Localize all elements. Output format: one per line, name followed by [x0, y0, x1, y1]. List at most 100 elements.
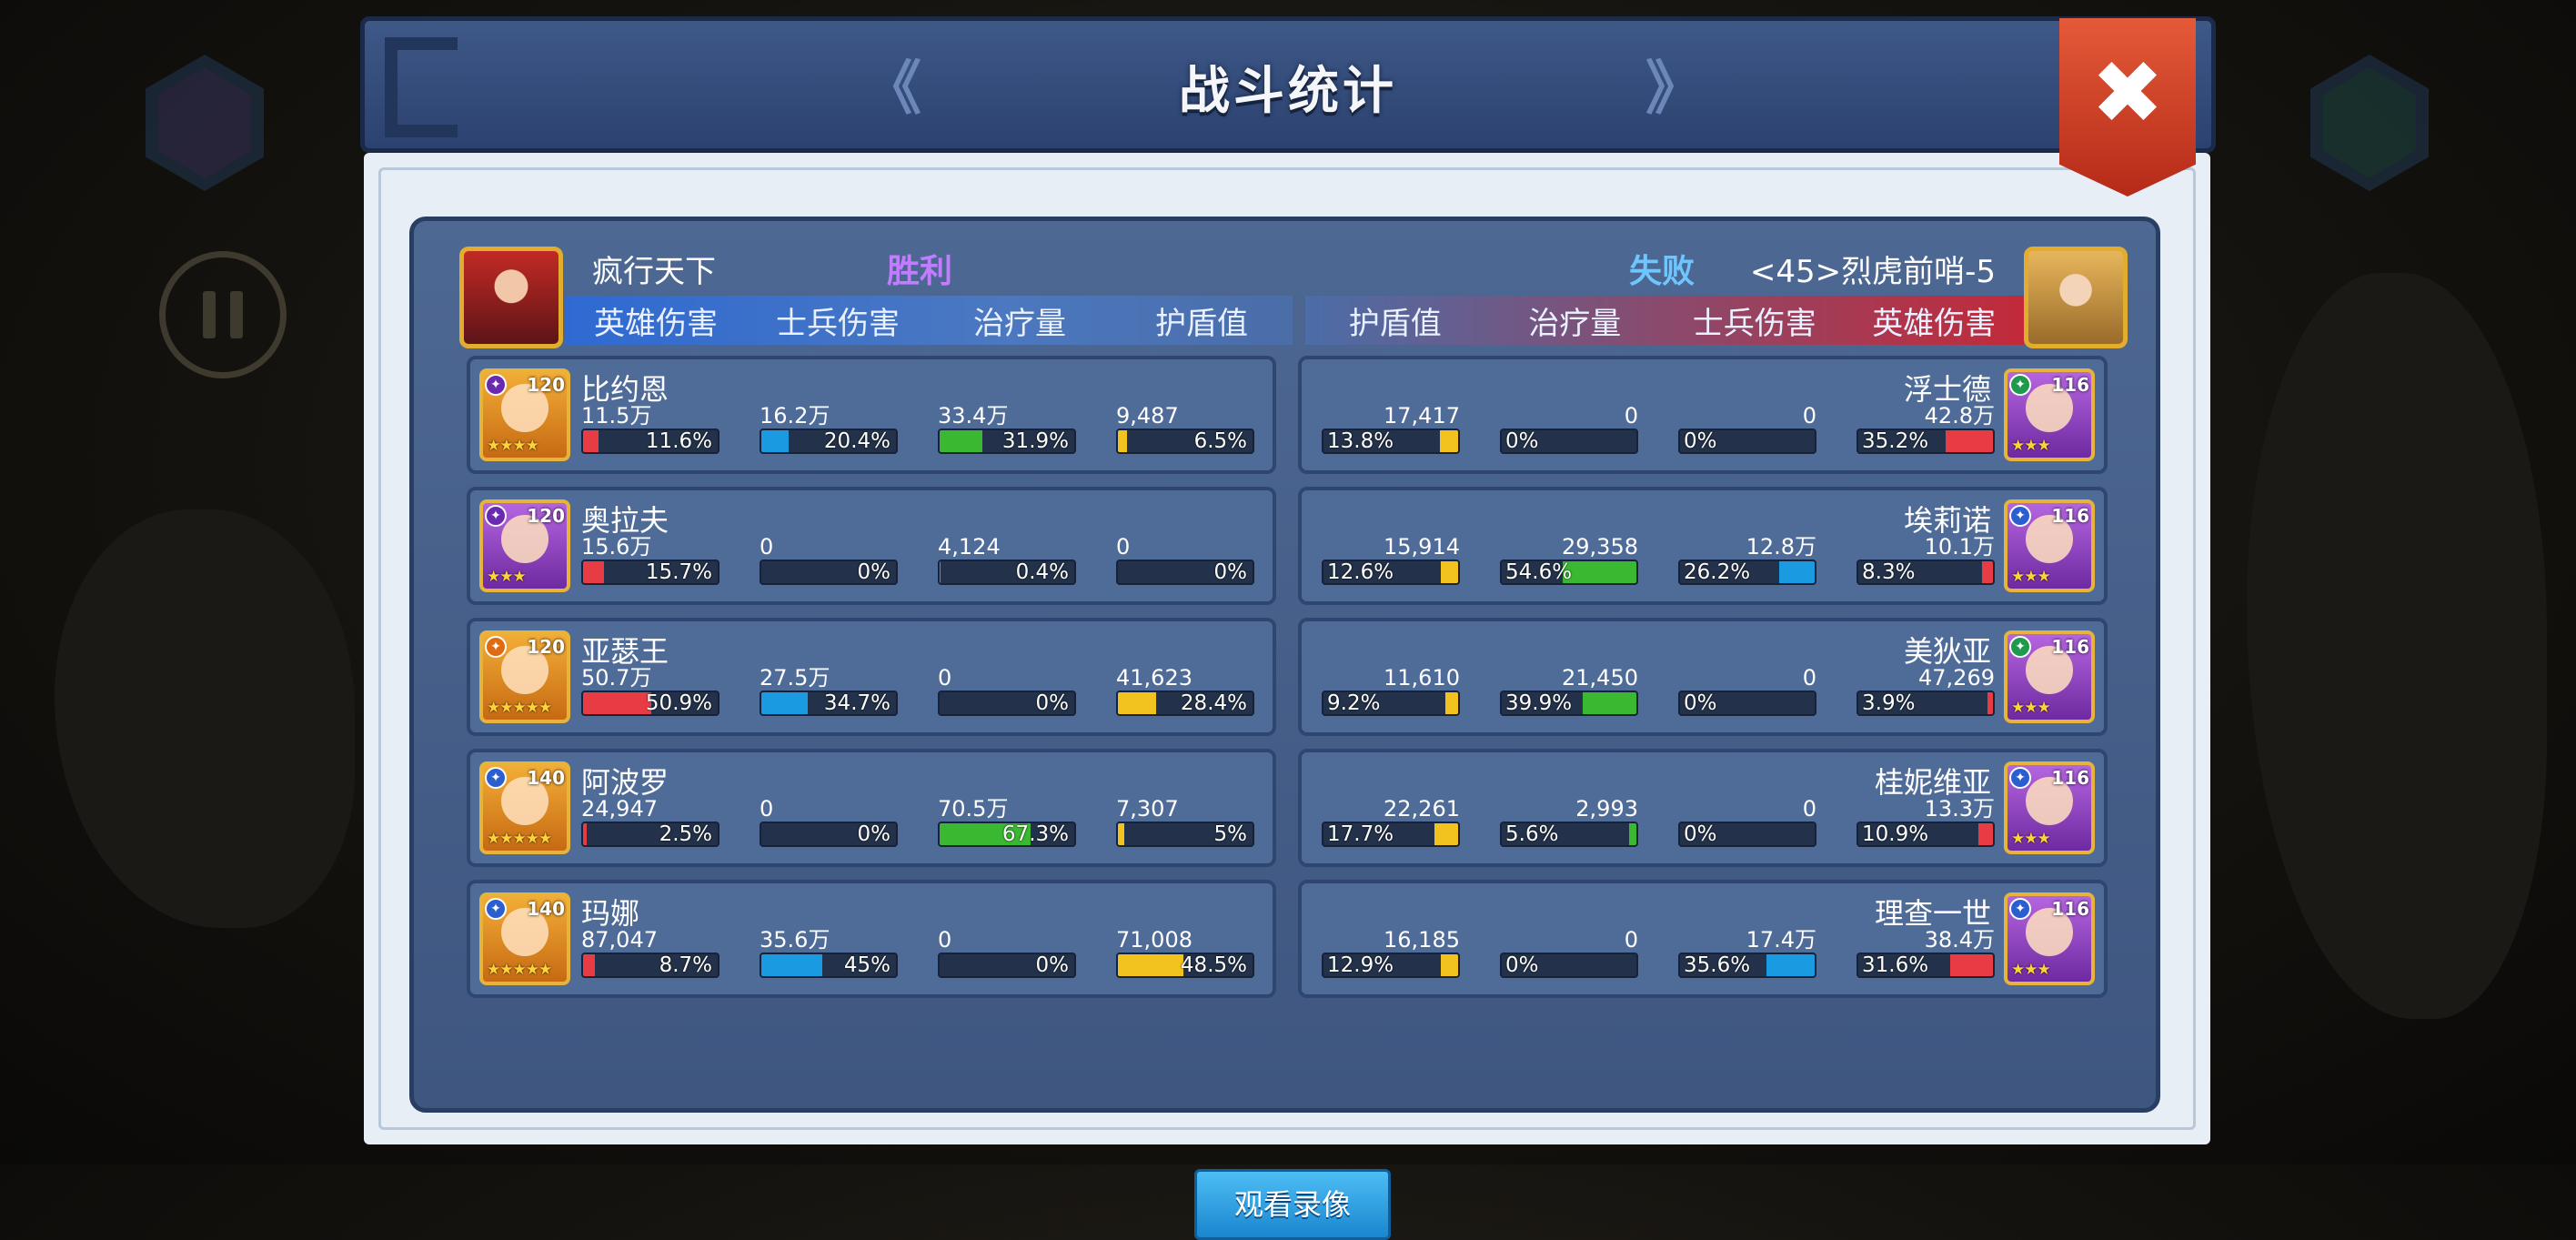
left-commander-avatar[interactable] — [459, 247, 563, 348]
stat-percent: 0% — [1505, 953, 1539, 977]
right-team-result: 失败 — [1629, 253, 1696, 290]
hero-portrait[interactable]: ✦ 120 ★★★★★ — [479, 630, 570, 723]
star-rating: ★★★ — [2011, 437, 2051, 455]
hero-portrait[interactable]: ✦ 140 ★★★★★ — [479, 892, 570, 985]
stat-value: 38.4万 — [1924, 927, 1995, 953]
stat-value: 47,269 — [1918, 665, 1995, 691]
stat-bar-fill — [1628, 823, 1636, 845]
hero-stat-row: ✦ 116 ★★★ 理查一世 16,185 12.9% 0 0% 17.4万 35.6% 38.4万… — [1298, 880, 2108, 998]
hero-portrait[interactable]: ✦ 140 ★★★★★ — [479, 761, 570, 854]
star-rating: ★★★★★ — [487, 699, 552, 717]
stat-value: 29,358 — [1562, 534, 1638, 560]
star-rating: ★★★★ — [487, 437, 539, 455]
stat-bar-fill — [583, 823, 587, 845]
stat-troop-damage: 0 0% — [760, 796, 898, 847]
next-page-button[interactable]: 》 — [1645, 60, 1704, 118]
panel-frame: 疯行天下 胜利 英雄伤害 士兵伤害 治疗量 护盾值 <45>烈虎前哨-5 失败 … — [364, 153, 2210, 1240]
stat-percent: 67.3% — [1001, 822, 1069, 846]
stat-percent: 28.4% — [1180, 691, 1247, 715]
stat-value: 70.5万 — [938, 796, 1009, 822]
header-healing: 治疗量 — [973, 305, 1066, 342]
stat-percent: 31.9% — [1001, 429, 1069, 453]
stat-bar: 3.9% — [1857, 691, 1995, 716]
stat-percent: 34.7% — [823, 691, 891, 715]
star-rating: ★★★ — [2011, 568, 2051, 586]
stat-bar: 0% — [1678, 691, 1816, 716]
header-hero-damage: 英雄伤害 — [594, 305, 718, 342]
stat-percent: 9.2% — [1327, 691, 1381, 715]
hero-level: 120 — [527, 374, 565, 396]
stat-troop-damage: 16.2万 20.4% — [760, 403, 898, 454]
hero-portrait[interactable]: ✦ 116 ★★★ — [2004, 630, 2095, 723]
stat-percent: 0.4% — [1015, 560, 1069, 584]
stat-healing: 0 0% — [1500, 403, 1638, 454]
hero-portrait[interactable]: ✦ 116 ★★★ — [2004, 368, 2095, 461]
right-team-name: <45>烈虎前哨-5 — [1749, 254, 1996, 290]
close-button[interactable]: ✖ — [2059, 18, 2196, 197]
stat-percent: 39.9% — [1505, 691, 1573, 715]
hero-portrait[interactable]: ✦ 116 ★★★ — [2004, 892, 2095, 985]
stat-bar: 50.9% — [581, 691, 719, 716]
stat-bar-fill — [761, 954, 822, 976]
hero-stat-row: ✦ 116 ★★★ 桂妮维亚 22,261 17.7% 2,993 5.6% 0 0% 13.3万 1… — [1298, 749, 2108, 867]
stat-bar: 39.9% — [1500, 691, 1638, 716]
stat-value: 35.6万 — [760, 927, 830, 953]
stat-percent: 5% — [1213, 822, 1248, 846]
stat-bar-fill — [1950, 954, 1993, 976]
stat-value: 0 — [938, 665, 952, 691]
stat-bar: 0% — [938, 691, 1076, 716]
hero-portrait[interactable]: ✦ 120 ★★★★ — [479, 368, 570, 461]
stat-bar: 35.2% — [1857, 428, 1995, 454]
stat-bar-fill — [1118, 430, 1127, 452]
stat-shield: 15,914 12.6% — [1322, 534, 1460, 585]
stat-hero-damage: 13.3万 10.9% — [1857, 796, 1995, 847]
stat-value: 15.6万 — [581, 534, 652, 560]
stat-healing: 0 0% — [938, 665, 1076, 716]
stat-bar: 0% — [1500, 428, 1638, 454]
stat-bar-fill — [940, 561, 941, 583]
stat-percent: 48.5% — [1180, 953, 1247, 977]
pause-button[interactable] — [159, 251, 287, 378]
stat-bar-fill — [761, 692, 809, 714]
stat-bar: 15.7% — [581, 560, 719, 585]
stat-healing: 0 0% — [1500, 927, 1638, 978]
pause-icon-bar — [203, 291, 216, 338]
stat-percent: 0% — [1684, 822, 1717, 846]
background-silhouette-left — [55, 509, 355, 928]
stat-bar-fill — [583, 954, 595, 976]
stat-hero-damage: 47,269 3.9% — [1857, 665, 1995, 716]
right-commander-avatar[interactable] — [2024, 247, 2128, 348]
stat-hero-damage: 24,947 2.5% — [581, 796, 719, 847]
class-badge-icon: ✦ — [2009, 505, 2031, 527]
hero-level: 120 — [527, 636, 565, 658]
stat-troop-damage: 12.8万 26.2% — [1678, 534, 1816, 585]
hero-portrait[interactable]: ✦ 120 ★★★ — [479, 499, 570, 592]
stat-value: 42.8万 — [1924, 403, 1995, 428]
hero-portrait[interactable]: ✦ 116 ★★★ — [2004, 499, 2095, 592]
class-badge-icon: ✦ — [2009, 767, 2031, 789]
stat-value: 11,610 — [1384, 665, 1460, 691]
stat-bar: 26.2% — [1678, 560, 1816, 585]
stat-healing: 0 0% — [938, 927, 1076, 978]
hero-stat-row: ✦ 116 ★★★ 美狄亚 11,610 9.2% 21,450 39.9% 0 0% 47,269… — [1298, 618, 2108, 736]
class-badge-icon: ✦ — [485, 505, 507, 527]
stat-shield: 0 0% — [1116, 534, 1254, 585]
stat-percent: 15.7% — [645, 560, 712, 584]
stat-value: 27.5万 — [760, 665, 830, 691]
left-side-emblem-icon — [146, 55, 264, 191]
hero-stat-row: ✦ 116 ★★★ 浮士德 17,417 13.8% 0 0% 0 0% 42.8万 35.2% — [1298, 356, 2108, 474]
stat-value: 0 — [1802, 665, 1816, 691]
stat-value: 0 — [760, 534, 774, 560]
stat-value: 17.4万 — [1746, 927, 1816, 953]
class-badge-icon: ✦ — [2009, 898, 2031, 920]
stat-hero-damage: 15.6万 15.7% — [581, 534, 719, 585]
hero-portrait[interactable]: ✦ 116 ★★★ — [2004, 761, 2095, 854]
watch-replay-button[interactable]: 观看录像 — [1194, 1169, 1391, 1240]
stat-bar-fill — [583, 430, 599, 452]
right-stat-headers: 护盾值 治疗量 士兵伤害 英雄伤害 — [1305, 296, 2024, 345]
stat-percent: 12.6% — [1327, 560, 1394, 584]
stat-bar: 2.5% — [581, 822, 719, 847]
stat-bar: 35.6% — [1678, 953, 1816, 978]
hero-level: 116 — [2051, 374, 2089, 396]
stat-shield: 17,417 13.8% — [1322, 403, 1460, 454]
